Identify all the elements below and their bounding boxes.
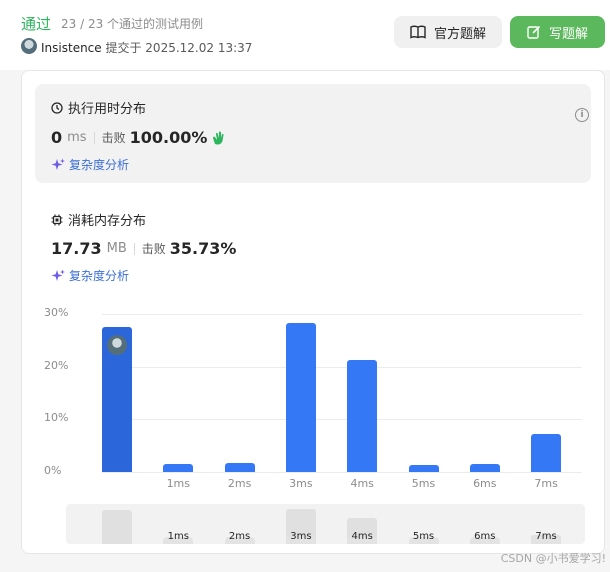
grid-line <box>102 366 582 368</box>
memory-beat-label: 击败 <box>141 242 166 256</box>
status-accepted: 通过 <box>21 15 52 33</box>
official-solution-button[interactable]: 官方题解 <box>394 16 502 48</box>
memory-unit: MB <box>106 241 127 256</box>
mini-tick-label: 2ms <box>228 531 251 542</box>
watermark: CSDN @小书爱学习! <box>500 552 606 565</box>
mini-tick-label: 5ms <box>412 531 435 542</box>
bar-1ms[interactable] <box>163 464 194 472</box>
book-icon <box>410 25 426 39</box>
testcase-count: 23 / 23 个通过的测试用例 <box>61 17 204 31</box>
author-line: Insistence 提交于 2025.12.02 13:37 <box>41 39 252 56</box>
x-tick-label: 6ms <box>473 477 497 490</box>
bar-2ms[interactable] <box>224 462 255 472</box>
mini-tick-label: 4ms <box>351 531 373 542</box>
divider <box>93 131 95 144</box>
runtime-value: 0 <box>51 128 63 147</box>
x-tick-label: 1ms <box>166 477 191 490</box>
grid-line <box>102 419 582 421</box>
y-tick-label: 30% <box>44 306 69 319</box>
write-solution-button[interactable]: 写题解 <box>510 16 605 48</box>
runtime-beat-value: 100.00% <box>129 128 208 147</box>
runtime-complexity-link[interactable]: 复杂度分析 <box>51 156 129 173</box>
result-card: 执行用时分布 i 0 ms 击败 100.00% 复杂度分析 消耗内存分布 17… <box>21 70 605 554</box>
memory-stats: 17.73 MB 击败 35.73% <box>51 239 236 258</box>
x-tick-label: 7ms <box>534 477 558 490</box>
avatar[interactable] <box>21 38 37 54</box>
write-solution-label: 写题解 <box>548 26 588 42</box>
info-icon[interactable]: i <box>575 108 589 122</box>
bar-6ms[interactable] <box>469 464 500 472</box>
y-tick-label: 0% <box>44 464 62 477</box>
x-tick-label: 3ms <box>289 477 313 490</box>
runtime-beat-label: 击败 <box>101 131 126 145</box>
mini-tick-label: 1ms <box>167 531 189 542</box>
x-tick-label: 4ms <box>350 477 374 490</box>
clock-icon <box>51 101 63 114</box>
submit-time: 提交于 2025.12.02 13:37 <box>105 41 253 55</box>
runtime-panel[interactable]: 执行用时分布 i 0 ms 击败 100.00% 复杂度分析 <box>35 84 591 183</box>
sparkle-icon <box>51 158 65 170</box>
runtime-unit: ms <box>67 130 87 145</box>
y-tick-label: 10% <box>44 411 69 425</box>
memory-title: 消耗内存分布 <box>51 210 146 229</box>
clap-icon <box>213 131 224 145</box>
runtime-title: 执行用时分布 <box>51 98 146 117</box>
mini-tick-label: 3ms <box>290 531 312 542</box>
chart-range-selector[interactable]: 1ms 2ms 3ms 4ms 5ms 6ms 7ms <box>66 504 585 544</box>
memory-beat-value: 35.73% <box>169 239 237 258</box>
runtime-stats: 0 ms 击败 100.00% <box>51 128 227 147</box>
memory-complexity-text: 复杂度分析 <box>69 269 130 283</box>
sparkle-icon <box>51 269 65 281</box>
chip-icon <box>51 214 63 225</box>
submission-header: 通过 23 / 23 个通过的测试用例 Insistence 提交于 2025.… <box>0 0 610 70</box>
divider <box>133 242 135 255</box>
memory-complexity-link[interactable]: 复杂度分析 <box>51 267 129 284</box>
grid-line <box>102 314 582 315</box>
bar-4ms[interactable] <box>347 360 378 472</box>
official-solution-label: 官方题解 <box>433 26 486 42</box>
bar-5ms[interactable] <box>408 465 439 472</box>
author-name[interactable]: Insistence <box>41 41 102 55</box>
y-tick-label: 20% <box>44 358 69 372</box>
x-tick-label: 5ms <box>411 477 436 490</box>
x-tick-label: 2ms <box>227 477 252 490</box>
mini-tick-label: 7ms <box>535 531 557 542</box>
mini-bar <box>102 509 132 544</box>
memory-value: 17.73 <box>51 239 102 258</box>
runtime-complexity-text: 复杂度分析 <box>69 158 130 172</box>
bar-3ms[interactable] <box>285 322 316 472</box>
grid-line <box>102 472 582 473</box>
mini-tick-label: 6ms <box>474 531 496 542</box>
memory-title-text: 消耗内存分布 <box>68 214 147 229</box>
edit-icon <box>527 25 541 39</box>
runtime-title-text: 执行用时分布 <box>68 102 147 117</box>
bar-7ms[interactable] <box>531 433 562 472</box>
